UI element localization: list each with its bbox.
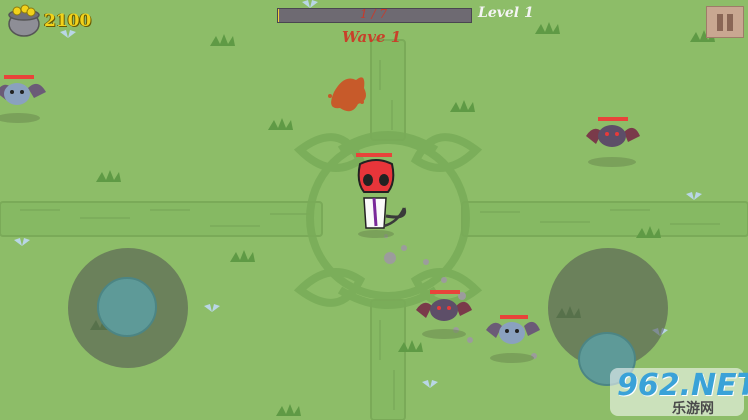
watermark-subtitle: 乐游网: [672, 401, 714, 417]
coin-pot-icon: [8, 4, 40, 37]
move-joystick-knob[interactable]: [97, 277, 157, 337]
move-joystick[interactable]: [68, 248, 188, 368]
game-stage[interactable]: 2100 1 / 7 Level 1 Wave 1 962.NET 乐游网: [0, 0, 748, 420]
enemy-health-bar: [598, 117, 628, 121]
enemy-health-bar: [500, 315, 528, 319]
attack-joystick[interactable]: [548, 248, 668, 386]
gold-amount: 2100: [44, 11, 92, 31]
enemy-health-bar: [430, 290, 460, 294]
player-health-bar: [356, 153, 392, 157]
wave-progress-text: 1 / 7: [360, 7, 387, 21]
pause-icon: [717, 14, 723, 31]
pause-button[interactable]: [706, 6, 744, 38]
pause-icon: [727, 14, 733, 31]
level-label: Level 1: [478, 5, 534, 21]
wave-label: Wave 1: [342, 28, 402, 46]
enemy-health-bar: [4, 75, 34, 79]
